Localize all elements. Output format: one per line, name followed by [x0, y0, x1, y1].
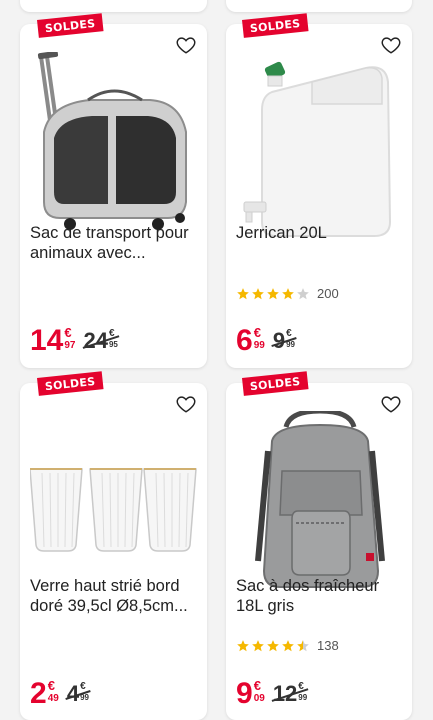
old-price-cents: 95 — [108, 340, 118, 349]
price-cents: 09 — [253, 693, 265, 704]
rating-stars — [236, 287, 311, 301]
product-card-partial[interactable] — [226, 0, 412, 12]
product-title[interactable]: Verre haut strié bord doré 39,5cl Ø8,5cm… — [30, 577, 199, 616]
price-integer: 2 — [30, 677, 47, 710]
rating: 138 — [236, 638, 339, 653]
heart-icon[interactable] — [175, 393, 197, 415]
heart-icon[interactable] — [380, 34, 402, 56]
price-currency: € — [253, 678, 261, 693]
rating-count: 138 — [317, 638, 339, 653]
old-price: 4 € 99 — [65, 682, 91, 706]
price: 14 € 97 24 € 95 — [30, 324, 120, 357]
star-icon — [297, 639, 309, 651]
star-icon — [252, 287, 264, 299]
star-icon — [237, 287, 249, 299]
price: 6 € 99 9 € 99 — [236, 324, 297, 357]
pet-carrier-image[interactable] — [30, 50, 197, 242]
old-price: 9 € 99 — [271, 329, 297, 353]
star-icon — [267, 287, 279, 299]
product-card[interactable]: Verre haut strié bord doré 39,5cl Ø8,5cm… — [20, 383, 207, 720]
heart-icon[interactable] — [175, 34, 197, 56]
heart-icon[interactable] — [380, 393, 402, 415]
glasses-image[interactable] — [29, 411, 197, 601]
star-icon — [282, 639, 294, 651]
star-icon — [252, 639, 264, 651]
product-title[interactable]: Sac de transport pour animaux avec... — [30, 224, 199, 263]
product-card[interactable]: Jerrican 20L 200 6 € 99 9 € 99 — [226, 24, 412, 368]
price-currency: € — [64, 325, 72, 340]
old-price: 24 € 95 — [82, 329, 120, 353]
product-title[interactable]: Jerrican 20L — [236, 224, 404, 244]
rating-stars — [236, 639, 311, 653]
product-card[interactable]: Sac de transport pour animaux avec... 14… — [20, 24, 207, 368]
price-cents: 99 — [253, 340, 265, 351]
price-currency: € — [47, 678, 55, 693]
price: 2 € 49 4 € 99 — [30, 677, 91, 710]
star-icon — [237, 639, 249, 651]
price: 9 € 09 12 € 99 — [236, 677, 309, 710]
old-price: 12 € 99 — [271, 682, 309, 706]
price-integer: 9 — [236, 677, 253, 710]
star-icon — [297, 287, 309, 299]
price-integer: 6 — [236, 324, 253, 357]
price-cents: 49 — [47, 693, 59, 704]
old-price-cents: 99 — [298, 693, 308, 702]
rating-count: 200 — [317, 286, 339, 301]
backpack-image[interactable] — [236, 408, 402, 601]
star-icon — [267, 639, 279, 651]
product-card[interactable]: Sac à dos fraîcheur 18L gris 138 9 € 09 … — [226, 383, 412, 720]
price-currency: € — [253, 325, 261, 340]
price-cents: 97 — [64, 340, 76, 351]
product-card-partial[interactable] — [20, 0, 207, 12]
jerrycan-image[interactable] — [236, 52, 402, 242]
price-integer: 14 — [30, 324, 64, 357]
rating: 200 — [236, 286, 339, 301]
product-title[interactable]: Sac à dos fraîcheur 18L gris — [236, 577, 404, 616]
star-icon — [282, 287, 294, 299]
